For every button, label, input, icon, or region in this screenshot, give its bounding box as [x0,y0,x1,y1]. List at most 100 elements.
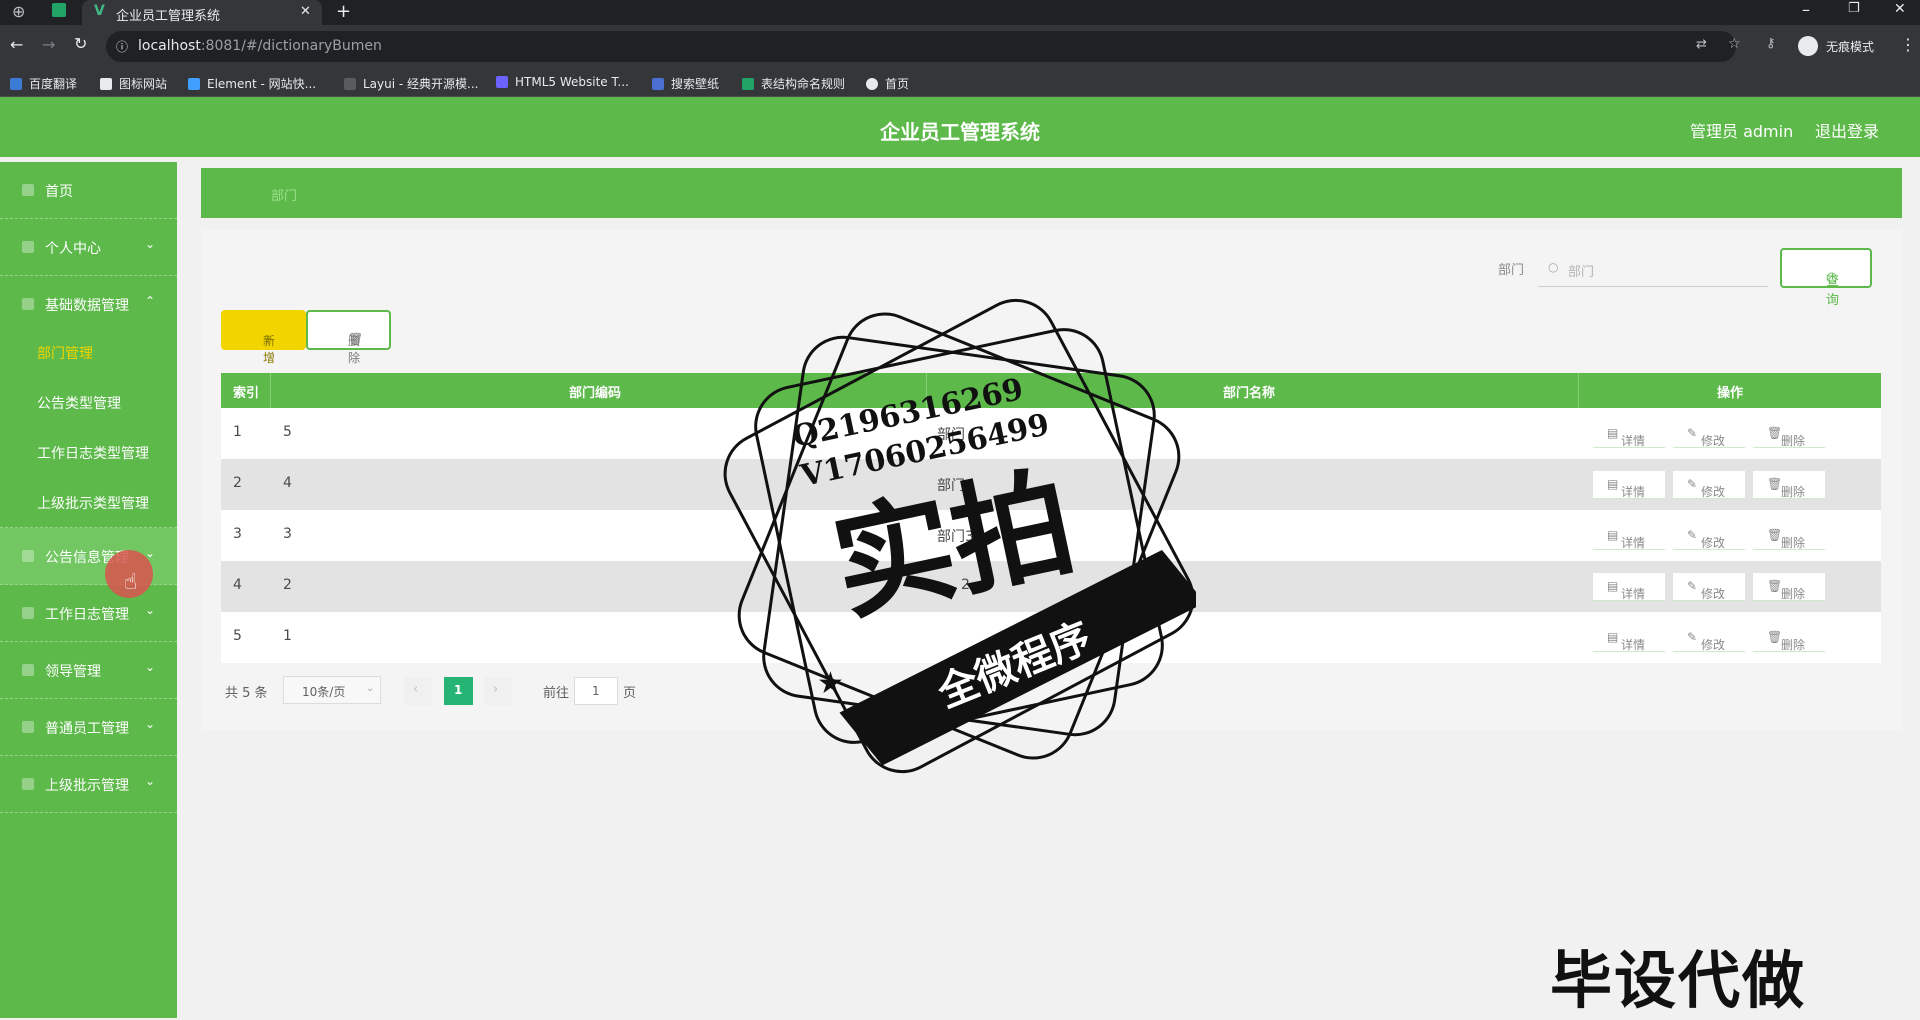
header-divider [1578,373,1579,408]
edit-button[interactable]: ✎ 修改 [1673,522,1745,550]
detail-label: ▤ 详情 [1607,426,1646,448]
page-number-current[interactable]: 1 [444,677,473,705]
sidebar-item-basic-data[interactable]: 基础数据管理 ⌃ [0,276,177,333]
cell-index: 1 [233,424,242,440]
chevron-left-icon: ‹ [413,682,419,697]
chevron-down-icon: ⌄ [145,717,156,731]
detail-label: ▤ 详情 [1607,579,1646,601]
sidebar-item-label: 普通员工管理 [45,721,129,737]
window-close-icon[interactable]: ✕ [1894,1,1906,17]
address-bar-row: ← → ↻ ⓘ localhost:8081/#/dictionaryBumen… [0,25,1920,69]
sidebar-subitem-worklog-type[interactable]: 工作日志类型管理 [0,427,177,477]
html5-icon [496,76,508,88]
delete-label: 🗑 删除 [1767,528,1806,550]
new-tab-icon[interactable]: + [336,1,351,22]
star-icon: ★ [1102,588,1129,623]
log-icon [22,607,34,619]
search-input[interactable]: ○ 部门 [1538,251,1768,287]
back-icon[interactable]: ← [10,35,23,54]
flag-icon [100,78,112,90]
page-size-select[interactable]: 10条/页 ⌄ [283,676,381,704]
query-button[interactable]: ○ 查询 [1780,248,1872,308]
detail-button[interactable]: ▤ 详情 [1593,624,1665,652]
browser-menu-icon[interactable]: ⋮ [1900,35,1916,54]
sidebar-item-label: 工作日志管理 [45,607,129,623]
chevron-down-icon: ⌄ [366,683,375,694]
logout-link[interactable]: 退出登录 [1815,118,1879,142]
reload-icon[interactable]: ↻ [74,34,87,53]
browser-globe-icon: ⊕ [12,2,26,21]
edit-label: ✎ 修改 [1687,579,1726,601]
bookmark-item[interactable]: 表结构命名规则 [742,75,845,92]
chevron-down-icon: ⌄ [145,660,156,674]
url-field[interactable]: ⓘ localhost:8081/#/dictionaryBumen ⇄ ☆ [106,31,1741,62]
delete-button[interactable]: 🗑 删除 [1753,471,1825,499]
info-icon[interactable]: ⓘ [116,38,128,55]
delete-button[interactable]: 🗑 删除 [1753,420,1825,448]
sidebar-subitem-instruction-type[interactable]: 上级批示类型管理 [0,477,177,528]
translate-icon[interactable]: ⇄ [1696,37,1707,52]
header-divider [270,373,271,408]
edit-label: ✎ 修改 [1687,630,1726,652]
tab-close-icon[interactable]: ✕ [300,4,311,19]
incognito-label[interactable]: 无痕模式 [1826,38,1874,55]
detail-button[interactable]: ▤ 详情 [1593,573,1665,601]
home-icon [22,184,34,196]
goto-page-input[interactable]: 1 [574,677,618,705]
detail-label: ▤ 详情 [1607,630,1646,652]
minimize-icon[interactable]: – [1802,0,1810,19]
bookmark-item[interactable]: 图标网站 [100,75,167,92]
bookmark-item[interactable]: 搜索壁纸 [652,75,719,92]
sidebar-item-leader[interactable]: 领导管理 ⌄ [0,642,177,699]
sidebar-item-instruction[interactable]: 上级批示管理 ⌄ [0,756,177,813]
cell-index: 3 [233,526,242,542]
bookmark-item[interactable]: Layui - 经典开源模... [344,75,478,92]
detail-button[interactable]: ▤ 详情 [1593,420,1665,448]
detail-button[interactable]: ▤ 详情 [1593,522,1665,550]
bookmarks-bar: 百度翻译 图标网站 Element - 网站快... Layui - 经典开源模… [0,69,1920,97]
header-code: 部门编码 [569,386,622,401]
sidebar-item-personal-center[interactable]: 个人中心 ⌄ [0,219,177,276]
sidebar-subitem-department[interactable]: 部门管理 [0,327,177,377]
bookmark-star-icon[interactable]: ☆ [1728,36,1741,52]
sidebar-subitem-label: 工作日志类型管理 [37,446,149,462]
prev-page-button[interactable]: ‹ [404,677,432,705]
pagination-total: 共 5 条 [225,686,268,701]
delete-button[interactable]: 🗑 删除 [1753,624,1825,652]
next-page-button[interactable]: › [484,677,512,705]
bookmark-item[interactable]: HTML5 Website T... [496,75,629,89]
bookmark-item[interactable]: Element - 网站快... [188,75,316,92]
bookmark-item[interactable]: 首页 [866,75,909,92]
bookmark-item[interactable]: 百度翻译 [10,75,77,92]
forward-icon[interactable]: → [42,35,55,54]
edit-button[interactable]: ✎ 修改 [1673,420,1745,448]
header-index: 索引 [233,386,260,401]
search-label: 部门 [1498,263,1525,278]
add-button[interactable]: + 新增 [221,310,306,365]
sidebar-item-home[interactable]: 首页 [0,162,177,219]
sidebar-item-employee[interactable]: 普通员工管理 ⌄ [0,699,177,756]
key-icon[interactable]: ⚷ [1766,36,1776,51]
sheet-tab-icon[interactable] [52,3,66,17]
app-header: 企业员工管理系统 管理员 admin 退出登录 [0,97,1920,157]
data-icon [22,298,34,310]
detail-button[interactable]: ▤ 详情 [1593,471,1665,499]
cell-code: 1 [283,628,292,644]
sidebar-item-label: 个人中心 [45,241,101,257]
sidebar-subitem-notice-type[interactable]: 公告类型管理 [0,377,177,427]
vue-logo-icon: V [94,3,105,19]
employee-icon [22,721,34,733]
edit-button[interactable]: ✎ 修改 [1673,471,1745,499]
delete-button[interactable]: 🗑 删除 [1753,573,1825,601]
delete-label: 🗑 删除 [1767,579,1806,601]
header-user: 管理员 admin [1690,122,1794,141]
delete-button[interactable]: 🗑 删除 [1753,522,1825,550]
edit-button[interactable]: ✎ 修改 [1673,573,1745,601]
breadcrumb: 部门 [201,168,1902,218]
restore-icon[interactable]: ❐ [1848,1,1860,16]
sidebar-item-worklog[interactable]: 工作日志管理 ⌄ [0,585,177,642]
batch-delete-button[interactable]: 🗑 删除 [306,310,391,365]
globe-icon [866,78,878,90]
active-tab[interactable]: V 企业员工管理系统 ✕ [82,0,322,25]
edit-button[interactable]: ✎ 修改 [1673,624,1745,652]
